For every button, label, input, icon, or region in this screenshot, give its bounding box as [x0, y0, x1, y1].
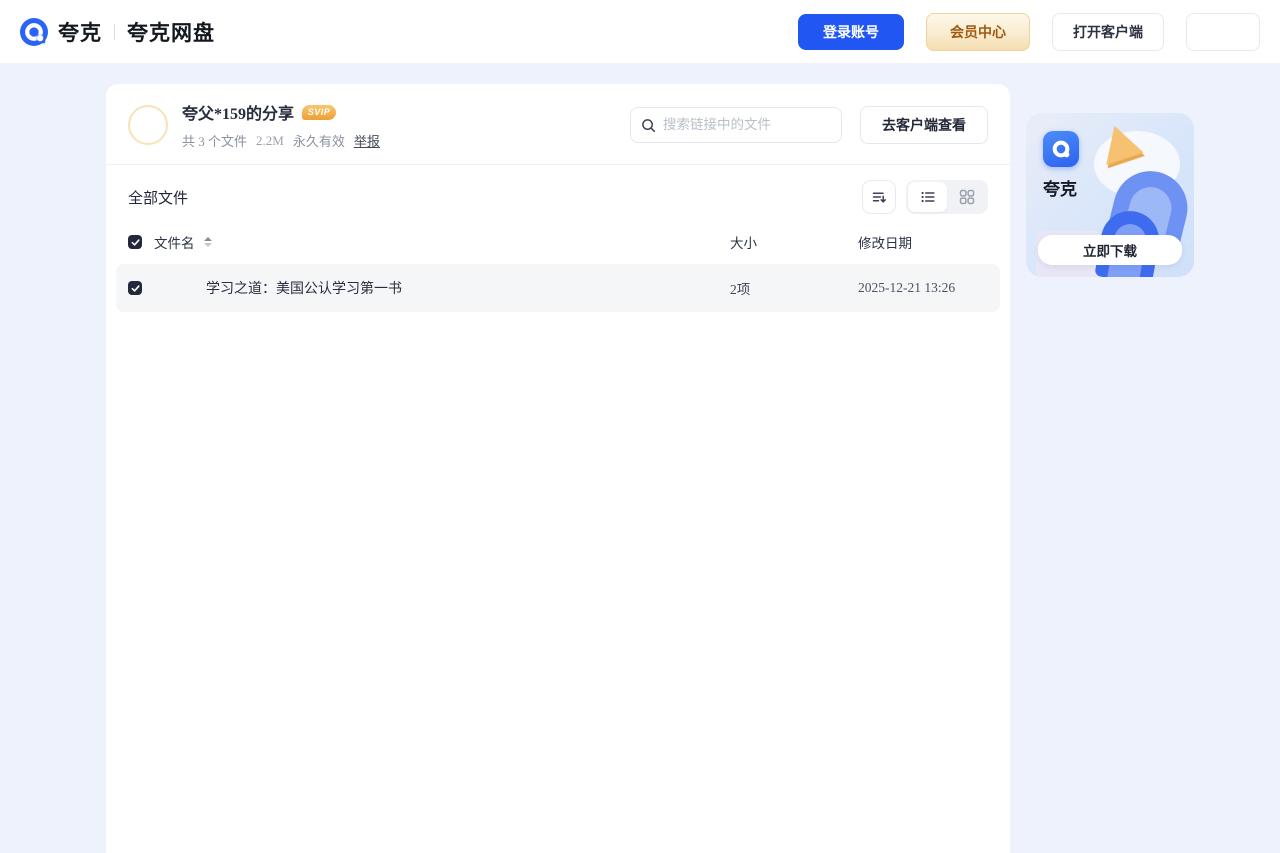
share-tools: 去客户端查看: [630, 106, 988, 144]
view-mode-toggle[interactable]: [906, 180, 988, 214]
table-header: 文件名 大小 修改日期: [128, 226, 988, 258]
file-size: 2项: [730, 282, 751, 297]
list-view-icon: [921, 191, 935, 203]
quark-app-icon: [1043, 131, 1079, 167]
share-content-card: 夸父*159的分享 SVIP 共 3 个文件 2.2M 永久有效 举报 去客户端…: [106, 84, 1010, 853]
file-toolbar: 全部文件: [128, 165, 988, 224]
promo-app-name: 夸克: [1043, 180, 1077, 199]
report-link[interactable]: 举报: [354, 131, 380, 150]
sort-button[interactable]: [862, 180, 896, 214]
quark-logo-icon: [20, 17, 48, 46]
file-name[interactable]: 学习之道：美国公认学习第一书: [206, 278, 402, 298]
vip-center-button[interactable]: 会员中心: [926, 12, 1030, 51]
search-icon: [642, 118, 656, 132]
name-sort-carets[interactable]: [203, 237, 212, 247]
sharer-avatar: [128, 105, 168, 145]
check-icon: [131, 238, 140, 246]
column-header-name[interactable]: 文件名: [154, 232, 195, 252]
check-icon: [131, 284, 140, 292]
share-validity: 永久有效: [292, 134, 345, 149]
file-modified-date: 2025-12-21 13:26: [858, 280, 956, 295]
list-view-button[interactable]: [908, 182, 947, 212]
column-header-size[interactable]: 大小: [730, 232, 858, 252]
brand-area[interactable]: 夸克 夸克网盘: [20, 17, 215, 47]
sort-icon: [872, 192, 886, 203]
share-info: 夸父*159的分享 SVIP 共 3 个文件 2.2M 永久有效 举报: [182, 100, 380, 150]
download-now-button[interactable]: 立即下载: [1038, 235, 1182, 265]
nav-actions: 登录账号 会员中心 打开客户端: [798, 12, 1260, 51]
section-title: 全部文件: [128, 190, 189, 207]
brand-divider: [114, 23, 115, 40]
caret-up-icon: [203, 237, 212, 241]
view-in-client-button[interactable]: 去客户端查看: [860, 106, 988, 144]
quark-glyph-icon: [1052, 140, 1070, 158]
grid-view-button[interactable]: [947, 182, 986, 212]
search-box[interactable]: [630, 107, 842, 143]
brand-name: 夸克: [58, 20, 102, 45]
open-client-button[interactable]: 打开客户端: [1052, 12, 1164, 51]
share-meta: 共 3 个文件 2.2M 永久有效 举报: [182, 131, 380, 150]
folder-icon-placeholder: [154, 272, 194, 304]
top-navigation: 夸克 夸克网盘 登录账号 会员中心 打开客户端: [0, 0, 1280, 64]
file-row[interactable]: 学习之道：美国公认学习第一书 2项 2025-12-21 13:26: [116, 264, 1000, 312]
share-title: 夸父*159的分享: [182, 106, 295, 123]
header-extra-button[interactable]: [1186, 12, 1260, 51]
caret-down-icon: [203, 243, 212, 247]
app-download-card[interactable]: 夸克 立即下载: [1026, 113, 1194, 277]
share-total-size: 2.2M: [256, 132, 284, 148]
search-input[interactable]: [663, 117, 831, 133]
column-header-modified[interactable]: 修改日期: [858, 232, 988, 252]
grid-view-icon: [959, 189, 974, 205]
svip-badge: SVIP: [302, 104, 337, 120]
login-button[interactable]: 登录账号: [798, 13, 904, 50]
share-header: 夸父*159的分享 SVIP 共 3 个文件 2.2M 永久有效 举报 去客户端…: [128, 84, 988, 164]
row-checkbox[interactable]: [128, 281, 142, 295]
product-name: 夸克网盘: [127, 20, 215, 45]
select-all-checkbox[interactable]: [128, 235, 142, 249]
share-file-count: 共 3 个文件: [182, 134, 248, 149]
